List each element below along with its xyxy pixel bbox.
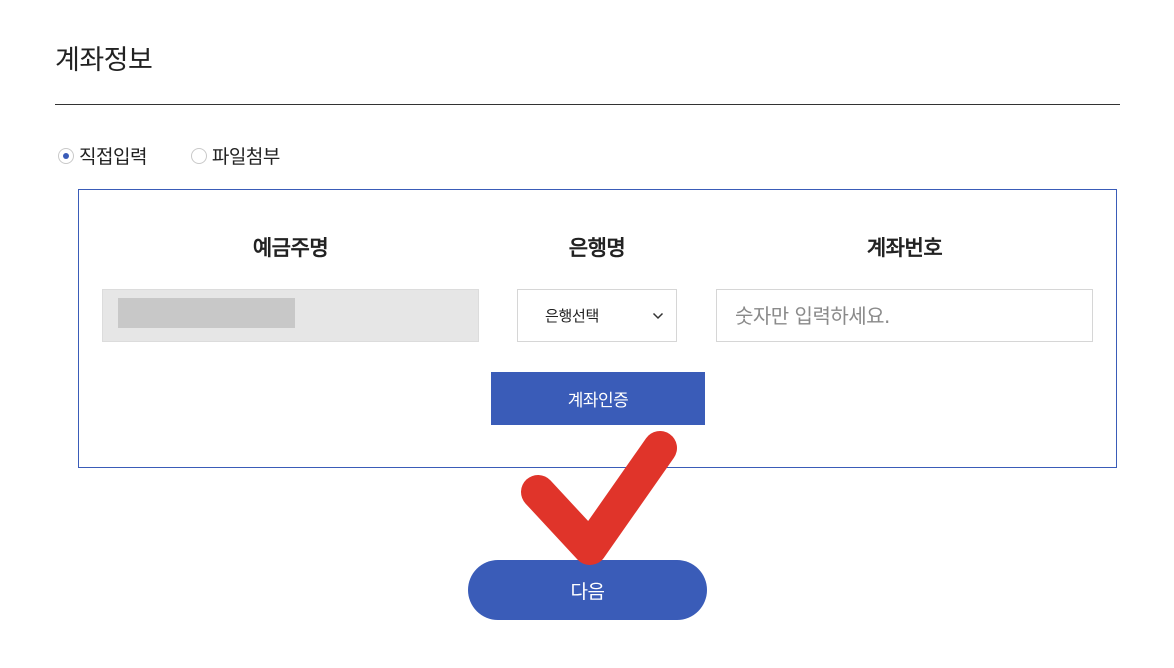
radio-file-attach[interactable]: 파일첨부 bbox=[190, 142, 280, 169]
bank-select-value: 은행선택 bbox=[545, 307, 600, 325]
input-mode-radio-group: 직접입력 파일첨부 bbox=[58, 142, 280, 169]
bank-select[interactable]: 은행선택 bbox=[517, 289, 677, 342]
radio-file-attach-label: 파일첨부 bbox=[211, 146, 280, 168]
verify-account-button[interactable]: 계좌인증 bbox=[491, 372, 705, 425]
holder-name-field bbox=[102, 289, 479, 342]
radio-direct-input-label: 직접입력 bbox=[79, 146, 147, 168]
account-form-box: 예금주명 은행명 계좌번호 은행선택 계좌인증 bbox=[78, 189, 1117, 468]
bank-name-heading: 은행명 bbox=[568, 236, 626, 260]
title-divider bbox=[55, 104, 1120, 105]
chevron-down-icon bbox=[652, 312, 664, 319]
masked-holder-name bbox=[118, 298, 295, 328]
account-number-input[interactable] bbox=[716, 289, 1093, 342]
radio-direct-input[interactable]: 직접입력 bbox=[58, 142, 147, 169]
next-button[interactable]: 다음 bbox=[468, 560, 707, 620]
holder-name-heading: 예금주명 bbox=[252, 236, 329, 260]
account-info-page: 계좌정보 직접입력 파일첨부 예금주명 은행명 계좌번호 은행선택 계좌인증 bbox=[0, 0, 1174, 668]
radio-unchecked-icon[interactable] bbox=[190, 147, 207, 164]
account-number-heading: 계좌번호 bbox=[866, 236, 943, 260]
radio-checked-icon[interactable] bbox=[58, 147, 74, 164]
page-title: 계좌정보 bbox=[55, 45, 153, 76]
